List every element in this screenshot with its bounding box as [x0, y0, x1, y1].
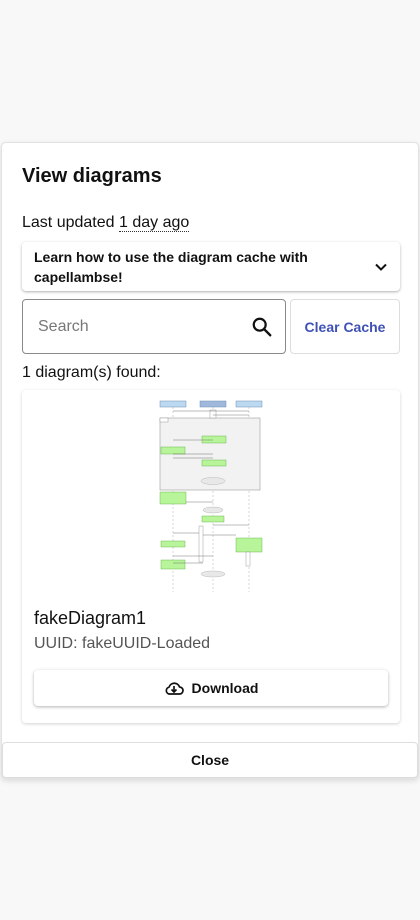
search-input[interactable]	[38, 317, 251, 336]
dialog-title: View diagrams	[22, 165, 162, 187]
close-button[interactable]: Close	[2, 742, 418, 778]
expander-title: Learn how to use the diagram cache with …	[34, 248, 308, 285]
diagram-cache-help-expander[interactable]: Learn how to use the diagram cache with …	[22, 242, 400, 291]
diagram-uuid: UUID: fakeUUID-Loaded	[34, 635, 211, 652]
clear-cache-button[interactable]: Clear Cache	[290, 299, 400, 354]
diagram-thumbnail[interactable]	[158, 398, 264, 594]
diagram-name: fakeDiagram1	[34, 608, 147, 628]
diagrams-found-count: 1 diagram(s) found:	[22, 364, 161, 381]
diagram-card[interactable]: fakeDiagram1 UUID: fakeUUID-Loaded Downl…	[22, 390, 400, 723]
cloud-download-icon	[165, 682, 184, 695]
chevron-down-icon	[375, 263, 387, 271]
download-button[interactable]: Download	[34, 670, 388, 706]
download-label: Download	[191, 680, 259, 696]
last-updated-text: Last updated 1 day ago	[22, 214, 190, 232]
view-diagrams-dialog: View diagrams Last updated 1 day ago Lea…	[1, 142, 419, 779]
search-field[interactable]	[22, 299, 286, 354]
last-updated-value: 1 day ago	[118, 214, 190, 232]
search-icon[interactable]	[251, 316, 273, 338]
last-updated-prefix: Last updated	[22, 214, 115, 231]
